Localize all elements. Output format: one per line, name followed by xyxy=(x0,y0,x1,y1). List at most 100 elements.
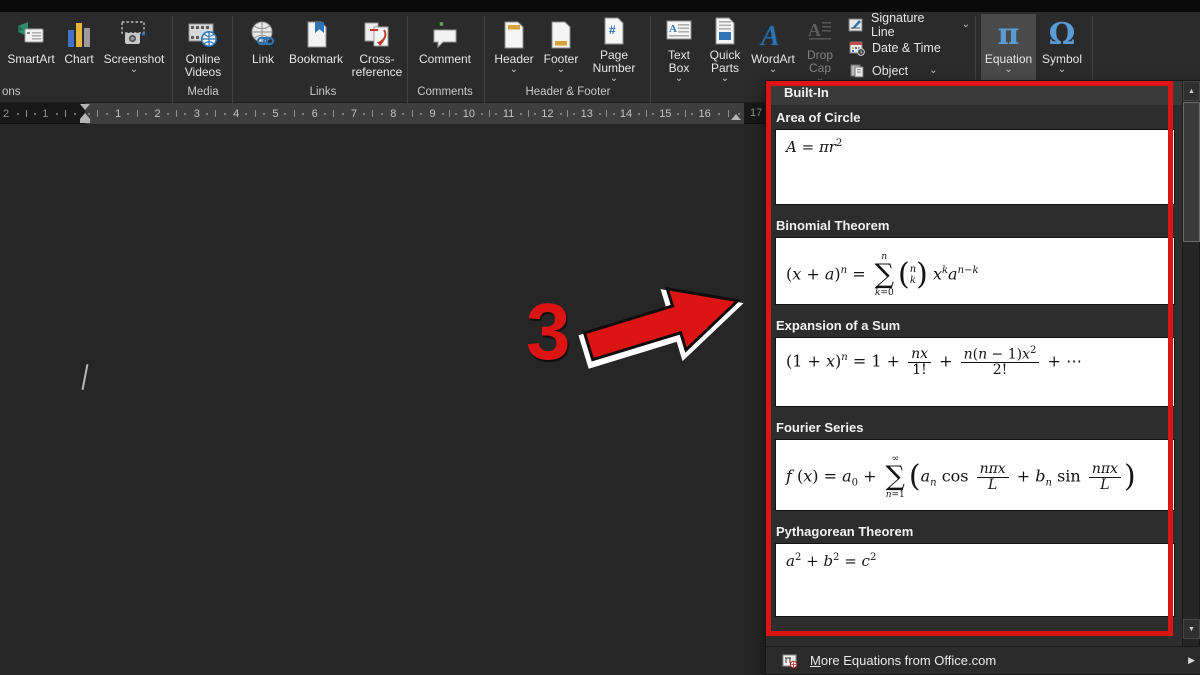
header-button[interactable]: Header ⌄ xyxy=(490,14,538,80)
more-equations-label: More Equations from Office.com xyxy=(810,653,996,668)
cross-reference-label: Cross- reference xyxy=(352,53,403,79)
chevron-down-icon: ⌄ xyxy=(610,75,618,82)
chevron-down-icon: ⌄ xyxy=(130,66,138,74)
chart-button[interactable]: Chart xyxy=(60,14,98,80)
online-videos-icon xyxy=(187,16,219,50)
scroll-down-button[interactable]: ▼ xyxy=(1183,619,1200,639)
equation-button[interactable]: π Equation ⌄ xyxy=(981,14,1036,80)
group-separator xyxy=(484,16,485,108)
object-icon xyxy=(848,63,865,79)
text-group-stack: Signature Line ⌄ Date & Time Object ⌄ xyxy=(845,12,973,82)
chevron-down-icon: ⌄ xyxy=(675,75,683,82)
smartart-icon xyxy=(16,16,46,50)
drop-cap-button[interactable]: A Drop Cap ⌄ xyxy=(798,14,842,80)
link-button[interactable]: Link xyxy=(241,14,285,80)
scroll-down-icon: ▼ xyxy=(1188,626,1195,633)
ruler-left-margin: 21 xyxy=(0,103,85,124)
submenu-arrow-icon: ▶ xyxy=(1188,655,1195,666)
screenshot-button[interactable]: Screenshot ⌄ xyxy=(100,14,168,80)
footer-icon xyxy=(548,16,574,50)
equation-formula: (1 + x)n = 1 + nx1! + n(n − 1)x22! + ⋯ xyxy=(776,338,1092,386)
screenshot-icon xyxy=(118,16,150,50)
drop-cap-icon: A xyxy=(805,16,835,46)
group-label-comments: Comments xyxy=(412,84,478,100)
equation-gallery-item[interactable]: Area of Circle A = πr2 xyxy=(766,105,1184,205)
group-label-links: Links xyxy=(240,84,406,100)
cross-reference-icon xyxy=(362,16,392,50)
equation-gallery-item[interactable]: Expansion of a Sum (1 + x)n = 1 + nx1! +… xyxy=(766,313,1184,407)
equation-name: Area of Circle xyxy=(766,105,1184,129)
equation-formula: A = πr2 xyxy=(776,130,852,165)
equation-name: Expansion of a Sum xyxy=(766,313,1184,337)
equation-gallery-item[interactable]: Pythagorean Theorem a2 + b2 = c2 xyxy=(766,519,1184,617)
svg-text:A: A xyxy=(759,21,780,50)
page-number-label: Page Number xyxy=(593,49,636,75)
page-number-button[interactable]: # Page Number ⌄ xyxy=(585,14,643,80)
gallery-section-title: Built-In xyxy=(766,81,1184,105)
chevron-down-icon: ⌄ xyxy=(769,66,777,74)
comment-button[interactable]: Comment xyxy=(412,14,478,80)
group-label-illustrations: ons xyxy=(0,84,30,100)
cross-reference-button[interactable]: Cross- reference xyxy=(348,14,406,80)
wordart-icon: A xyxy=(758,16,788,50)
group-label-media: Media xyxy=(176,84,230,100)
text-box-button[interactable]: A Text Box ⌄ xyxy=(656,14,702,80)
group-separator xyxy=(172,16,173,108)
indent-markers-left[interactable] xyxy=(80,103,90,124)
chart-label: Chart xyxy=(64,53,93,66)
quick-parts-label: Quick Parts xyxy=(710,49,741,75)
link-icon xyxy=(248,16,278,50)
gallery-scrollbar[interactable]: ▲ ▼ xyxy=(1182,81,1199,648)
symbol-button[interactable]: Ω Symbol ⌄ xyxy=(1037,14,1087,80)
equation-formula: f (x) = a0 + ∞∑n=1(an cos nπxL + bn sin … xyxy=(776,440,1146,508)
scroll-up-button[interactable]: ▲ xyxy=(1183,81,1200,101)
chart-icon xyxy=(65,16,93,50)
chevron-down-icon: ⌄ xyxy=(962,21,970,29)
equation-gallery-item[interactable]: Binomial Theorem (x + a)n = n∑k=0(nk) xk… xyxy=(766,213,1184,305)
svg-text:#: # xyxy=(609,23,616,37)
footer-button[interactable]: Footer ⌄ xyxy=(539,14,583,80)
chevron-down-icon: ⌄ xyxy=(721,75,729,82)
text-box-label: Text Box xyxy=(668,49,690,75)
online-videos-button[interactable]: Online Videos xyxy=(176,14,230,80)
first-line-indent-marker[interactable] xyxy=(80,104,90,110)
object-label: Object xyxy=(872,64,908,78)
more-equations-item[interactable]: More Equations from Office.com ▶ xyxy=(766,646,1200,674)
chevron-down-icon: ⌄ xyxy=(1058,66,1066,74)
comment-label: Comment xyxy=(419,53,471,66)
equation-preview: f (x) = a0 + ∞∑n=1(an cos nπxL + bn sin … xyxy=(775,439,1175,511)
equation-preview: A = πr2 xyxy=(775,129,1175,205)
quick-parts-button[interactable]: Quick Parts ⌄ xyxy=(702,14,748,80)
equation-gallery-list: Area of Circle A = πr2 Binomial Theorem … xyxy=(766,105,1184,617)
object-button[interactable]: Object ⌄ xyxy=(845,60,973,82)
equation-name: Binomial Theorem xyxy=(766,213,1184,237)
group-label-header-footer: Header & Footer xyxy=(490,84,646,100)
svg-text:A: A xyxy=(808,20,821,40)
bookmark-button[interactable]: Bookmark xyxy=(286,14,346,80)
equation-gallery-item[interactable]: Fourier Series f (x) = a0 + ∞∑n=1(an cos… xyxy=(766,415,1184,511)
text-box-icon: A xyxy=(664,16,694,46)
date-time-button[interactable]: Date & Time xyxy=(845,37,973,59)
signature-line-button[interactable]: Signature Line ⌄ xyxy=(845,14,973,36)
ruler-scale: 12345678910111213141516 xyxy=(85,103,714,124)
comment-icon xyxy=(430,16,460,50)
wordart-button[interactable]: A WordArt ⌄ xyxy=(748,14,798,80)
equation-gallery-dropdown: Built-In Area of Circle A = πr2 Binomial… xyxy=(765,80,1200,675)
chevron-down-icon: ⌄ xyxy=(1004,66,1012,74)
text-cursor xyxy=(82,364,89,390)
right-indent-marker[interactable] xyxy=(731,114,741,120)
ruler-overflow-number: 17 xyxy=(750,103,762,124)
equation-formula: (x + a)n = n∑k=0(nk) xkan−k xyxy=(776,238,989,306)
header-icon xyxy=(501,16,527,50)
signature-line-icon xyxy=(848,17,864,33)
link-label: Link xyxy=(252,53,274,66)
equation-name: Pythagorean Theorem xyxy=(766,519,1184,543)
equation-pi-icon: π xyxy=(998,16,1020,50)
smartart-button[interactable]: SmartArt xyxy=(2,14,60,80)
chevron-down-icon: ⌄ xyxy=(557,66,565,74)
drop-cap-label: Drop Cap xyxy=(807,49,833,75)
equation-formula: a2 + b2 = c2 xyxy=(776,544,886,579)
left-indent-marker[interactable] xyxy=(80,119,90,123)
scrollbar-thumb[interactable] xyxy=(1183,102,1200,242)
chevron-down-icon: ⌄ xyxy=(510,66,518,74)
